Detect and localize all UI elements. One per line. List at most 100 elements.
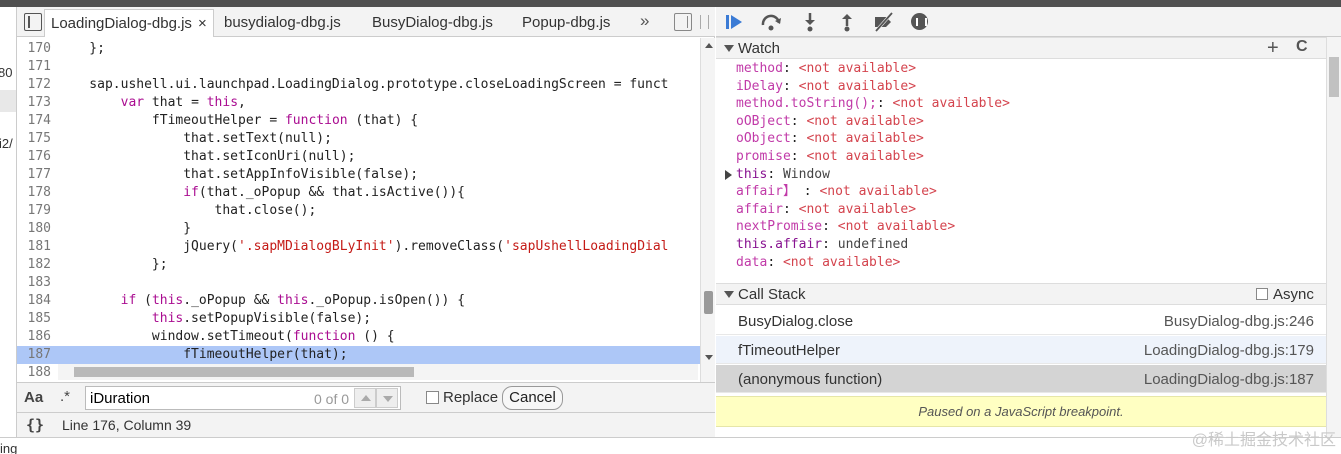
async-label: Async (1273, 286, 1314, 303)
frame-location[interactable]: LoadingDialog-dbg.js:179 (1144, 342, 1314, 359)
line-number[interactable]: 171 (17, 58, 53, 76)
line-number[interactable]: 177 (17, 166, 53, 184)
callstack-frame[interactable]: fTimeoutHelper LoadingDialog-dbg.js:179 (716, 336, 1326, 364)
watch-list: method: <not available> iDelay: <not avai… (716, 60, 1326, 282)
callstack-frame[interactable]: BusyDialog.close BusyDialog-dbg.js:246 (716, 307, 1326, 335)
toggle-navigator-icon[interactable] (24, 13, 42, 31)
refresh-watch-button[interactable]: C (1296, 38, 1308, 56)
scrollbar-thumb[interactable] (704, 291, 713, 314)
line-number[interactable]: 170 (17, 40, 53, 58)
watch-value: undefined (837, 237, 909, 252)
code-area[interactable]: 170 }; 171 172 sap.ushell.ui.launchpad.Loa… (17, 38, 700, 381)
watch-expression[interactable]: this: Window (736, 166, 830, 184)
code-line[interactable]: 178 if(that._oPopup && that.isActive()){ (17, 184, 700, 202)
vertical-scrollbar[interactable] (700, 38, 715, 382)
scroll-up-icon[interactable] (705, 43, 713, 48)
step-out-icon[interactable] (836, 12, 858, 32)
resume-icon[interactable] (724, 12, 746, 32)
tab-busydialog-lower[interactable]: busydialog-dbg.js (224, 9, 341, 37)
line-number[interactable]: 172 (17, 76, 53, 94)
pretty-print-icon[interactable]: {} (26, 416, 44, 434)
source-editor-pane: LoadingDialog-dbg.js × busydialog-dbg.js … (17, 7, 715, 437)
watch-pane-header[interactable]: Watch + C (716, 37, 1326, 59)
line-number[interactable]: 182 (17, 256, 53, 274)
watch-expression[interactable]: affair: <not available> (736, 201, 916, 219)
frame-location[interactable]: BusyDialog-dbg.js:246 (1164, 313, 1314, 330)
step-into-icon[interactable] (799, 12, 821, 32)
tab-label: busydialog-dbg.js (224, 14, 341, 31)
watch-expression[interactable]: iDelay: <not available> (736, 78, 916, 96)
line-number[interactable]: 181 (17, 238, 53, 256)
code-line[interactable]: 177 that.setAppInfoVisible(false); (17, 166, 700, 184)
code-line[interactable]: 182 }; (17, 256, 700, 274)
code-line[interactable]: 185 this.setPopupVisible(false); (17, 310, 700, 328)
code-line[interactable]: 173 var that = this, (17, 94, 700, 112)
tab-popup[interactable]: Popup-dbg.js (522, 9, 610, 37)
tab-busydialog[interactable]: BusyDialog-dbg.js (372, 9, 493, 37)
callstack-frame[interactable]: (anonymous function) LoadingDialog-dbg.js… (716, 365, 1326, 393)
scroll-down-icon[interactable] (705, 355, 713, 360)
line-number[interactable]: 187 (17, 346, 53, 364)
line-number[interactable]: 175 (17, 130, 53, 148)
line-number[interactable]: 185 (17, 310, 53, 328)
sidebar-scrollbar[interactable] (1326, 37, 1341, 437)
watch-expression[interactable]: oOBject: <not available> (736, 113, 924, 131)
code-line[interactable]: 176 that.setIconUri(null); (17, 148, 700, 166)
scrollbar-thumb[interactable] (1329, 57, 1339, 97)
close-icon[interactable]: × (198, 15, 207, 32)
watch-expression[interactable]: promise: <not available> (736, 148, 924, 166)
watch-expression[interactable]: method.toString();: <not available> (736, 95, 1010, 113)
bottom-panel-strip: ing (0, 437, 1341, 454)
tab-loadingdialog[interactable]: LoadingDialog-dbg.js × (44, 9, 214, 37)
toggle-debugger-icon[interactable] (674, 13, 692, 31)
code-line[interactable]: 171 (17, 58, 700, 76)
frame-location[interactable]: LoadingDialog-dbg.js:187 (1144, 371, 1314, 388)
pause-on-exceptions-icon[interactable] (909, 12, 931, 32)
regex-toggle[interactable]: .* (60, 388, 70, 405)
watch-expression[interactable]: data: <not available> (736, 254, 900, 272)
add-watch-button[interactable]: + (1267, 37, 1279, 60)
line-number[interactable]: 176 (17, 148, 53, 166)
horizontal-scrollbar[interactable] (58, 364, 698, 380)
code-line[interactable]: 187 fTimeoutHelper(that); (17, 346, 700, 364)
line-number[interactable]: 173 (17, 94, 53, 112)
code-line[interactable]: 170 }; (17, 40, 700, 58)
code-line[interactable]: 186 window.setTimeout(function () { (17, 328, 700, 346)
line-number[interactable]: 186 (17, 328, 53, 346)
line-number[interactable]: 188 (17, 364, 53, 381)
line-number[interactable]: 178 (17, 184, 53, 202)
watch-expression[interactable]: affair】 : <not available> (736, 183, 937, 201)
code-line[interactable]: 179 that.close(); (17, 202, 700, 220)
cancel-button[interactable]: Cancel (502, 386, 563, 410)
find-previous-button[interactable] (354, 388, 376, 408)
code-line[interactable]: 175 that.setText(null); (17, 130, 700, 148)
watch-expression[interactable]: nextPromise: <not available> (736, 218, 955, 236)
watch-expression[interactable]: method: <not available> (736, 60, 916, 78)
code-line[interactable]: 183 (17, 274, 700, 292)
line-number[interactable]: 174 (17, 112, 53, 130)
async-checkbox[interactable] (1256, 288, 1268, 300)
find-next-button[interactable] (376, 388, 398, 408)
expand-triangle-icon[interactable] (725, 169, 732, 180)
code-line[interactable]: 174 fTimeoutHelper = function (that) { (17, 112, 700, 130)
deactivate-breakpoints-icon[interactable] (872, 12, 894, 32)
line-number[interactable]: 180 (17, 220, 53, 238)
watch-expression[interactable]: oObject: <not available> (736, 130, 924, 148)
line-number[interactable]: 184 (17, 292, 53, 310)
line-number[interactable]: 179 (17, 202, 53, 220)
more-tabs-icon[interactable]: » (640, 11, 649, 31)
grip-icon[interactable] (700, 15, 709, 29)
line-number[interactable]: 183 (17, 274, 53, 292)
callstack-pane-header[interactable]: Call Stack Async (716, 283, 1326, 305)
step-over-icon[interactable] (760, 12, 782, 32)
match-case-toggle[interactable]: Aa (24, 389, 43, 406)
watch-expression[interactable]: this.affair: undefined (736, 236, 908, 254)
code-line[interactable]: 181 jQuery('.sapMDialogBLyInit').removeC… (17, 238, 700, 256)
code-line[interactable]: 184 if (this._oPopup && this._oPopup.isO… (17, 292, 700, 310)
code-line[interactable]: 180 } (17, 220, 700, 238)
replace-checkbox[interactable] (426, 391, 439, 404)
code-line[interactable]: 172 sap.ushell.ui.launchpad.LoadingDialo… (17, 76, 700, 94)
editor-status-bar: {} Line 176, Column 39 (17, 412, 715, 437)
scrollbar-thumb[interactable] (74, 367, 414, 377)
tab-label: BusyDialog-dbg.js (372, 14, 493, 31)
